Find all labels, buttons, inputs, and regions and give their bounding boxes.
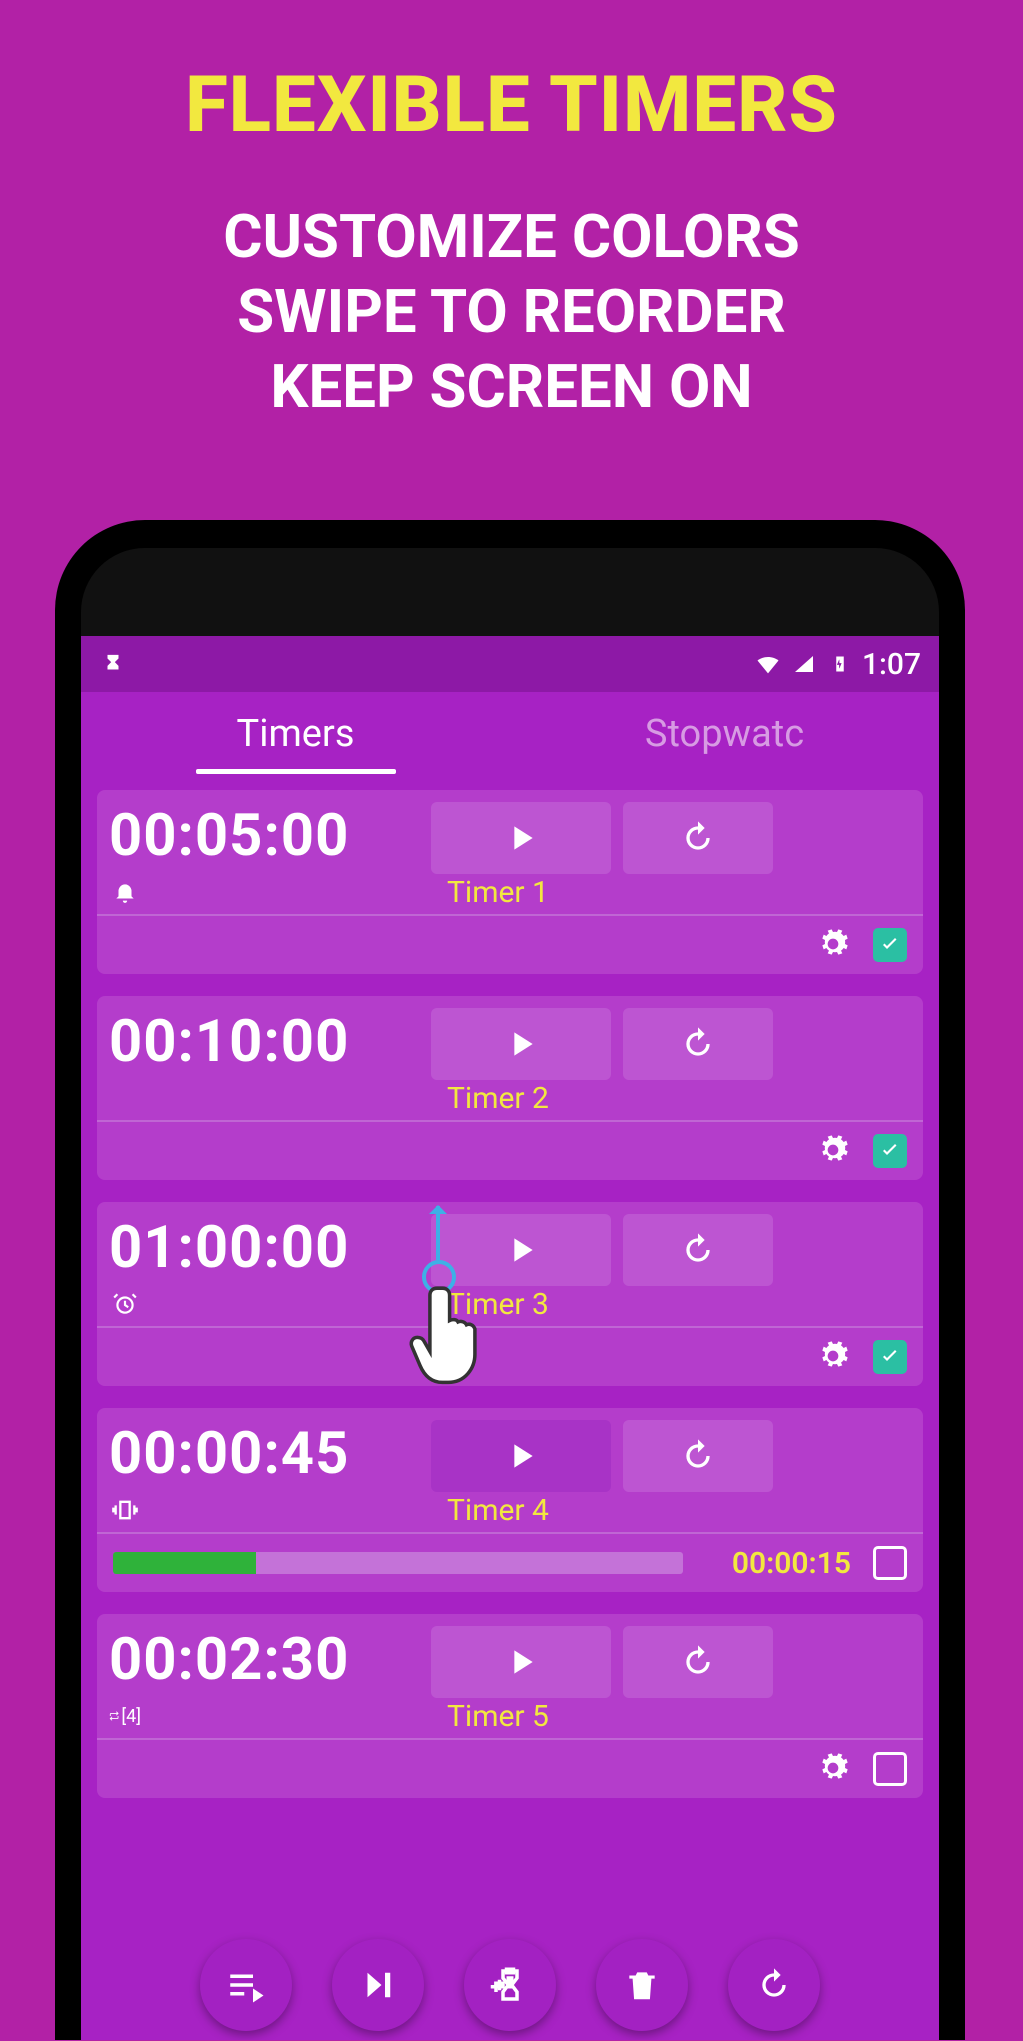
tab-bar: Timers Stopwatc (81, 692, 939, 774)
alarm-clock-icon (109, 1288, 141, 1320)
checkbox[interactable] (873, 1340, 907, 1374)
tab-stopwatch[interactable]: Stopwatc (510, 712, 939, 774)
gear-icon[interactable] (817, 1752, 851, 1786)
timer-time[interactable]: 00:02:30 (109, 1626, 419, 1698)
promo-title: FLEXIBLE TIMERS (0, 0, 1023, 151)
status-bar: 1:07 (81, 636, 939, 692)
play-pause-fab[interactable] (332, 1939, 424, 2031)
reset-button[interactable] (623, 1626, 773, 1698)
promo-subtitle: CUSTOMIZE COLORS SWIPE TO REORDER KEEP S… (0, 199, 1023, 424)
history-fab[interactable] (728, 1939, 820, 2031)
timer-name: Timer 5 (447, 1699, 549, 1734)
playlist-fab[interactable] (200, 1939, 292, 2031)
timer-card[interactable]: 00:02:30 [4] Timer 5 (97, 1614, 923, 1798)
checkbox[interactable] (873, 1134, 907, 1168)
bell-icon (109, 876, 141, 908)
checkbox[interactable] (873, 1546, 907, 1580)
reset-button[interactable] (623, 1420, 773, 1492)
checkbox[interactable] (873, 928, 907, 962)
play-button[interactable] (431, 1214, 611, 1286)
hourglass-icon (99, 650, 127, 678)
tab-timers[interactable]: Timers (81, 712, 510, 774)
add-timer-fab[interactable] (464, 1939, 556, 2031)
status-clock: 1:07 (862, 647, 921, 682)
play-button[interactable] (431, 1008, 611, 1080)
timer-name: Timer 2 (447, 1081, 549, 1116)
play-button[interactable] (431, 1420, 611, 1492)
phone-frame: 1:07 Timers Stopwatc 00:05:00 (55, 520, 965, 2040)
fab-row (81, 1930, 939, 2040)
timer-time[interactable]: 00:00:45 (109, 1420, 419, 1492)
timer-time[interactable]: 01:00:00 (109, 1214, 419, 1286)
repeat-icon: [4] (109, 1700, 141, 1732)
none-icon (109, 1082, 141, 1114)
timer-name: Timer 3 (447, 1287, 549, 1322)
timer-list[interactable]: 00:05:00 Timer 1 (81, 774, 939, 2040)
timer-card[interactable]: 00:05:00 Timer 1 (97, 790, 923, 974)
timer-card[interactable]: 00:00:45 Timer 4 00:00:1 (97, 1408, 923, 1592)
reset-button[interactable] (623, 802, 773, 874)
app-screen: 1:07 Timers Stopwatc 00:05:00 (81, 636, 939, 2040)
signal-icon (790, 650, 818, 678)
play-button[interactable] (431, 1626, 611, 1698)
timer-time[interactable]: 00:05:00 (109, 802, 419, 874)
timer-card[interactable]: 00:10:00 Timer 2 (97, 996, 923, 1180)
gear-icon[interactable] (817, 1134, 851, 1168)
vibrate-icon (109, 1494, 141, 1526)
timer-name: Timer 1 (447, 875, 549, 910)
battery-charging-icon (826, 650, 854, 678)
wifi-icon (754, 650, 782, 678)
timer-card[interactable]: 01:00:00 Timer 3 (97, 1202, 923, 1386)
reset-button[interactable] (623, 1214, 773, 1286)
progress-bar (113, 1552, 683, 1574)
delete-fab[interactable] (596, 1939, 688, 2031)
checkbox[interactable] (873, 1752, 907, 1786)
timer-name: Timer 4 (447, 1493, 549, 1528)
elapsed-time: 00:00:15 (732, 1546, 851, 1581)
gear-icon[interactable] (817, 1340, 851, 1374)
timer-time[interactable]: 00:10:00 (109, 1008, 419, 1080)
gear-icon[interactable] (817, 928, 851, 962)
play-button[interactable] (431, 802, 611, 874)
reset-button[interactable] (623, 1008, 773, 1080)
